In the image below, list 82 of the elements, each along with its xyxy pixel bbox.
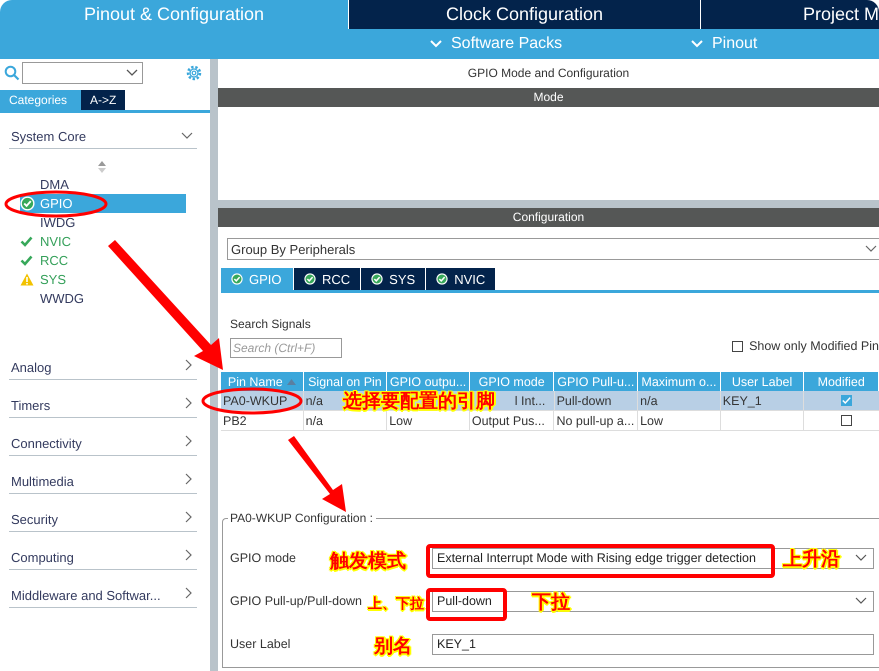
chevron-right-icon — [185, 511, 193, 523]
table-cell: Low — [389, 414, 412, 428]
top-tab[interactable]: Clock Configuration — [348, 0, 700, 29]
dropdown-field[interactable]: Pull-down 下拉 — [432, 590, 874, 612]
sidebar-item[interactable]: IWDG — [20, 213, 186, 232]
settings-icon[interactable] — [185, 64, 203, 82]
chevron-right-icon — [185, 397, 193, 409]
chevron-right-icon — [185, 435, 193, 447]
chevron-down-icon — [126, 69, 138, 77]
annotation-label: 上、下拉 — [368, 595, 424, 613]
section-header: Mode — [218, 88, 879, 107]
chevron-down-icon — [429, 39, 443, 49]
table-cell: n/a — [306, 414, 324, 428]
warning-icon — [20, 273, 34, 286]
annotation-label: 选择要配置的引脚 — [343, 389, 495, 414]
chevron-down-icon — [181, 132, 193, 140]
table-cell: n/a — [640, 394, 658, 408]
table-cell: n/a — [306, 394, 323, 408]
search-combo-field[interactable] — [22, 62, 143, 84]
annotation-label: 下拉 — [532, 590, 570, 614]
table-cell: PA0-WKUP — [223, 394, 288, 408]
check-circle-icon — [231, 273, 243, 285]
checkbox[interactable] — [841, 395, 852, 406]
chevron-right-icon — [185, 549, 193, 561]
panel-title: GPIO Mode and Configuration — [466, 65, 630, 82]
table-cell: PB2 — [223, 414, 247, 428]
group-by-dropdown[interactable]: Group By Peripherals — [227, 238, 879, 260]
section-header: Configuration — [218, 208, 879, 227]
category-header[interactable]: Middleware and Softwar... — [9, 570, 197, 608]
category-header[interactable]: Analog — [9, 342, 197, 380]
check-circle-icon — [371, 273, 384, 285]
table-row[interactable]: PA0-WKUP n/a 选择要配置的引脚 l Int... Pull-down n/a KEY_1 — [221, 391, 879, 411]
group-legend: PA0-WKUP Configuration : — [228, 511, 376, 525]
sort-up-icon — [286, 378, 296, 384]
table-cell: l Int... — [514, 394, 546, 408]
category-header[interactable]: System Core — [9, 113, 197, 149]
dropdown-field[interactable]: External Interrupt Mode with Rising edge trigger detection 上升沿 — [432, 548, 874, 568]
category-header[interactable]: Timers — [9, 380, 197, 418]
check-circle-icon — [304, 273, 316, 285]
table-cell: Pull-down — [556, 394, 612, 408]
chevron-down-icon — [865, 245, 877, 253]
category-header[interactable]: Security — [9, 494, 197, 532]
table-cell: Low — [640, 414, 664, 428]
chevron-right-icon — [185, 359, 193, 371]
chevron-down-icon — [855, 597, 867, 605]
field-label: GPIO Pull-up/Pull-down — [230, 594, 362, 608]
search-icon[interactable] — [4, 65, 20, 81]
sidebar-tab[interactable]: A->Z — [81, 90, 126, 110]
checkbox[interactable] — [732, 340, 744, 352]
splitter-bar[interactable] — [210, 59, 218, 671]
chevron-right-icon — [185, 473, 193, 485]
sidebar-item[interactable]: WWDG — [20, 289, 186, 308]
top-tab[interactable]: Project M — [700, 0, 879, 29]
annotation-label: 触发模式 — [330, 549, 406, 574]
table-cell: Output Pus... — [472, 414, 545, 428]
category-header[interactable]: Multimedia — [9, 456, 197, 494]
peripheral-tab[interactable]: RCC — [294, 268, 362, 290]
annotation-label: 别名 — [374, 634, 412, 659]
category-header[interactable]: Connectivity — [9, 418, 197, 456]
check-circle-icon — [436, 273, 448, 285]
table-cell: KEY_1 — [722, 394, 762, 408]
chevron-down-icon — [690, 39, 704, 49]
field-label: User Label — [230, 637, 290, 651]
checkbox[interactable] — [841, 415, 852, 426]
sort-arrows-icon[interactable] — [98, 161, 106, 173]
category-header[interactable]: Computing — [9, 532, 197, 570]
table-row[interactable]: PB2 n/a Low Output Pus... No pull-up a... Low — [221, 411, 879, 431]
sidebar-item[interactable]: DMA — [20, 175, 186, 194]
checkbox-label: Show only Modified Pin — [749, 339, 879, 353]
peripheral-tab[interactable]: NVIC — [426, 268, 496, 290]
chevron-right-icon — [185, 587, 193, 599]
chevron-down-icon — [855, 554, 867, 562]
search-label: Search Signals — [230, 317, 312, 331]
input-field[interactable]: KEY_1 — [432, 634, 874, 654]
table-cell: No pull-up a... — [556, 414, 634, 428]
check-circle-icon — [20, 196, 35, 211]
check-icon — [20, 255, 33, 266]
search-field[interactable]: Search (Ctrl+F) — [230, 338, 342, 358]
peripheral-tab[interactable]: SYS — [361, 268, 426, 290]
field-label: GPIO mode — [230, 551, 296, 565]
check-icon — [20, 236, 33, 247]
annotation-label: 上升沿 — [783, 546, 840, 572]
